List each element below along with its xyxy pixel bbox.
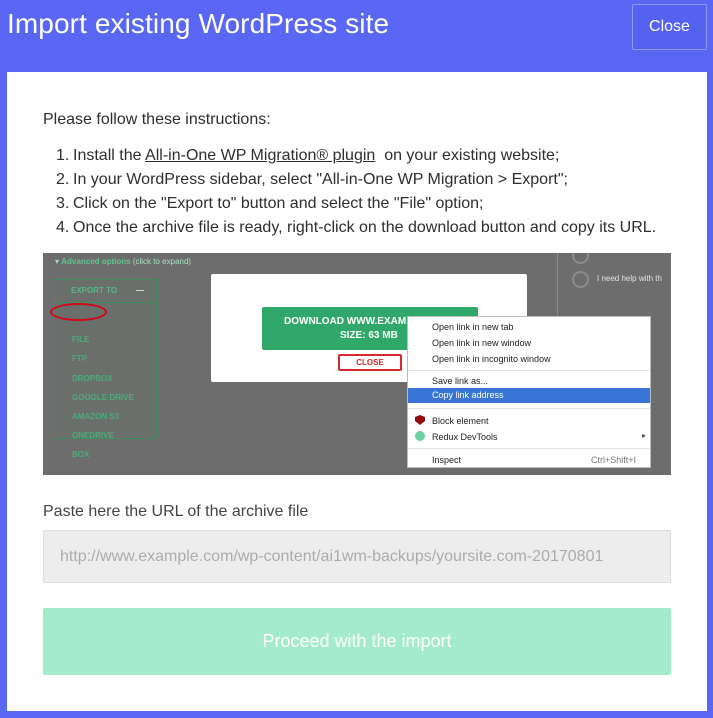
plugin-link[interactable]: All-in-One WP Migration® plugin [145, 147, 375, 164]
radio-icon [572, 271, 589, 288]
modal-close-button: CLOSE [338, 354, 402, 371]
menu-item-copy-link-label: Copy link address [432, 390, 504, 400]
menu-divider [408, 448, 650, 449]
instruction-screenshot: ▾ Advanced options (click to expand) EXP… [43, 253, 671, 475]
step-text: In your WordPress sidebar, select "All-i… [73, 171, 568, 188]
redux-icon [415, 431, 425, 441]
inspect-shortcut: Ctrl+Shift+I [590, 455, 636, 465]
menu-item-block-element: Block element [432, 416, 489, 426]
instruction-step: 2. In your WordPress sidebar, select "All… [56, 172, 656, 196]
menu-item-open-new-window: Open link in new window [432, 338, 532, 348]
export-item-box: BOX [72, 450, 90, 459]
menu-item-save-link: Save link as... [432, 376, 489, 386]
ublock-icon [415, 415, 425, 425]
menu-item-open-new-tab: Open link in new tab [432, 322, 514, 332]
divider [557, 253, 558, 323]
highlight-circle [50, 303, 107, 321]
export-item-amazon-s3: AMAZON S3 [72, 412, 120, 421]
archive-url-input[interactable] [43, 530, 671, 583]
menu-divider [408, 370, 650, 371]
step-text: Once the archive file is ready, right-cl… [73, 219, 657, 236]
instructions-list: 1. Install the All-in-One WP Migration® p… [56, 148, 656, 244]
export-to-label: EXPORT TO [71, 286, 118, 295]
step-text: Click on the "Export to" button and sele… [73, 195, 484, 212]
dialog-title: Import existing WordPress site [7, 8, 390, 39]
submenu-arrow-icon: ▸ [641, 431, 646, 440]
minus-icon: — [136, 286, 144, 295]
step-number: 4. [56, 219, 70, 236]
click-to-expand-label: (click to expand) [132, 257, 192, 266]
help-text: I need help with th [597, 274, 662, 283]
menu-item-inspect: Inspect [432, 455, 462, 465]
export-item-dropbox: DROPBOX [72, 374, 113, 383]
url-field-label: Paste here the URL of the archive file [43, 503, 309, 520]
download-label: DOWNLOAD WWW.EXAM [284, 316, 407, 327]
step-number: 3. [56, 195, 70, 212]
export-item-onedrive: ONEDRIVE [72, 431, 114, 440]
download-size: SIZE: 63 MB [340, 330, 398, 341]
proceed-import-button[interactable]: Proceed with the import [43, 608, 671, 675]
step-text: on your existing website; [375, 147, 560, 164]
instruction-step: 3. Click on the "Export to" button and se… [56, 196, 656, 220]
advanced-options-label: Advanced options [61, 257, 131, 266]
instruction-step: 1. Install the All-in-One WP Migration® p… [56, 148, 656, 172]
step-text: Install the [73, 147, 146, 164]
menu-item-copy-link: Copy link address [408, 388, 650, 403]
instructions-intro: Please follow these instructions: [43, 111, 271, 128]
export-item-file: FILE [72, 335, 90, 344]
step-number: 2. [56, 171, 70, 188]
context-menu: Open link in new tab Open link in new wi… [407, 316, 651, 468]
export-item-google-drive: GOOGLE DRIVE [72, 393, 134, 402]
advanced-options-text: ▾ Advanced options (click to expand) [55, 257, 192, 266]
menu-item-redux-devtools: Redux DevTools [432, 432, 498, 442]
export-item-ftp: FTP [72, 354, 88, 363]
menu-item-open-incognito: Open link in incognito window [432, 354, 551, 364]
menu-divider [408, 408, 650, 409]
instruction-step: 4. Once the archive file is ready, right-… [56, 220, 656, 244]
close-button[interactable]: Close [632, 4, 707, 50]
export-to-header: EXPORT TO — [54, 280, 156, 303]
radio-icon [572, 253, 589, 264]
step-number: 1. [56, 147, 70, 164]
